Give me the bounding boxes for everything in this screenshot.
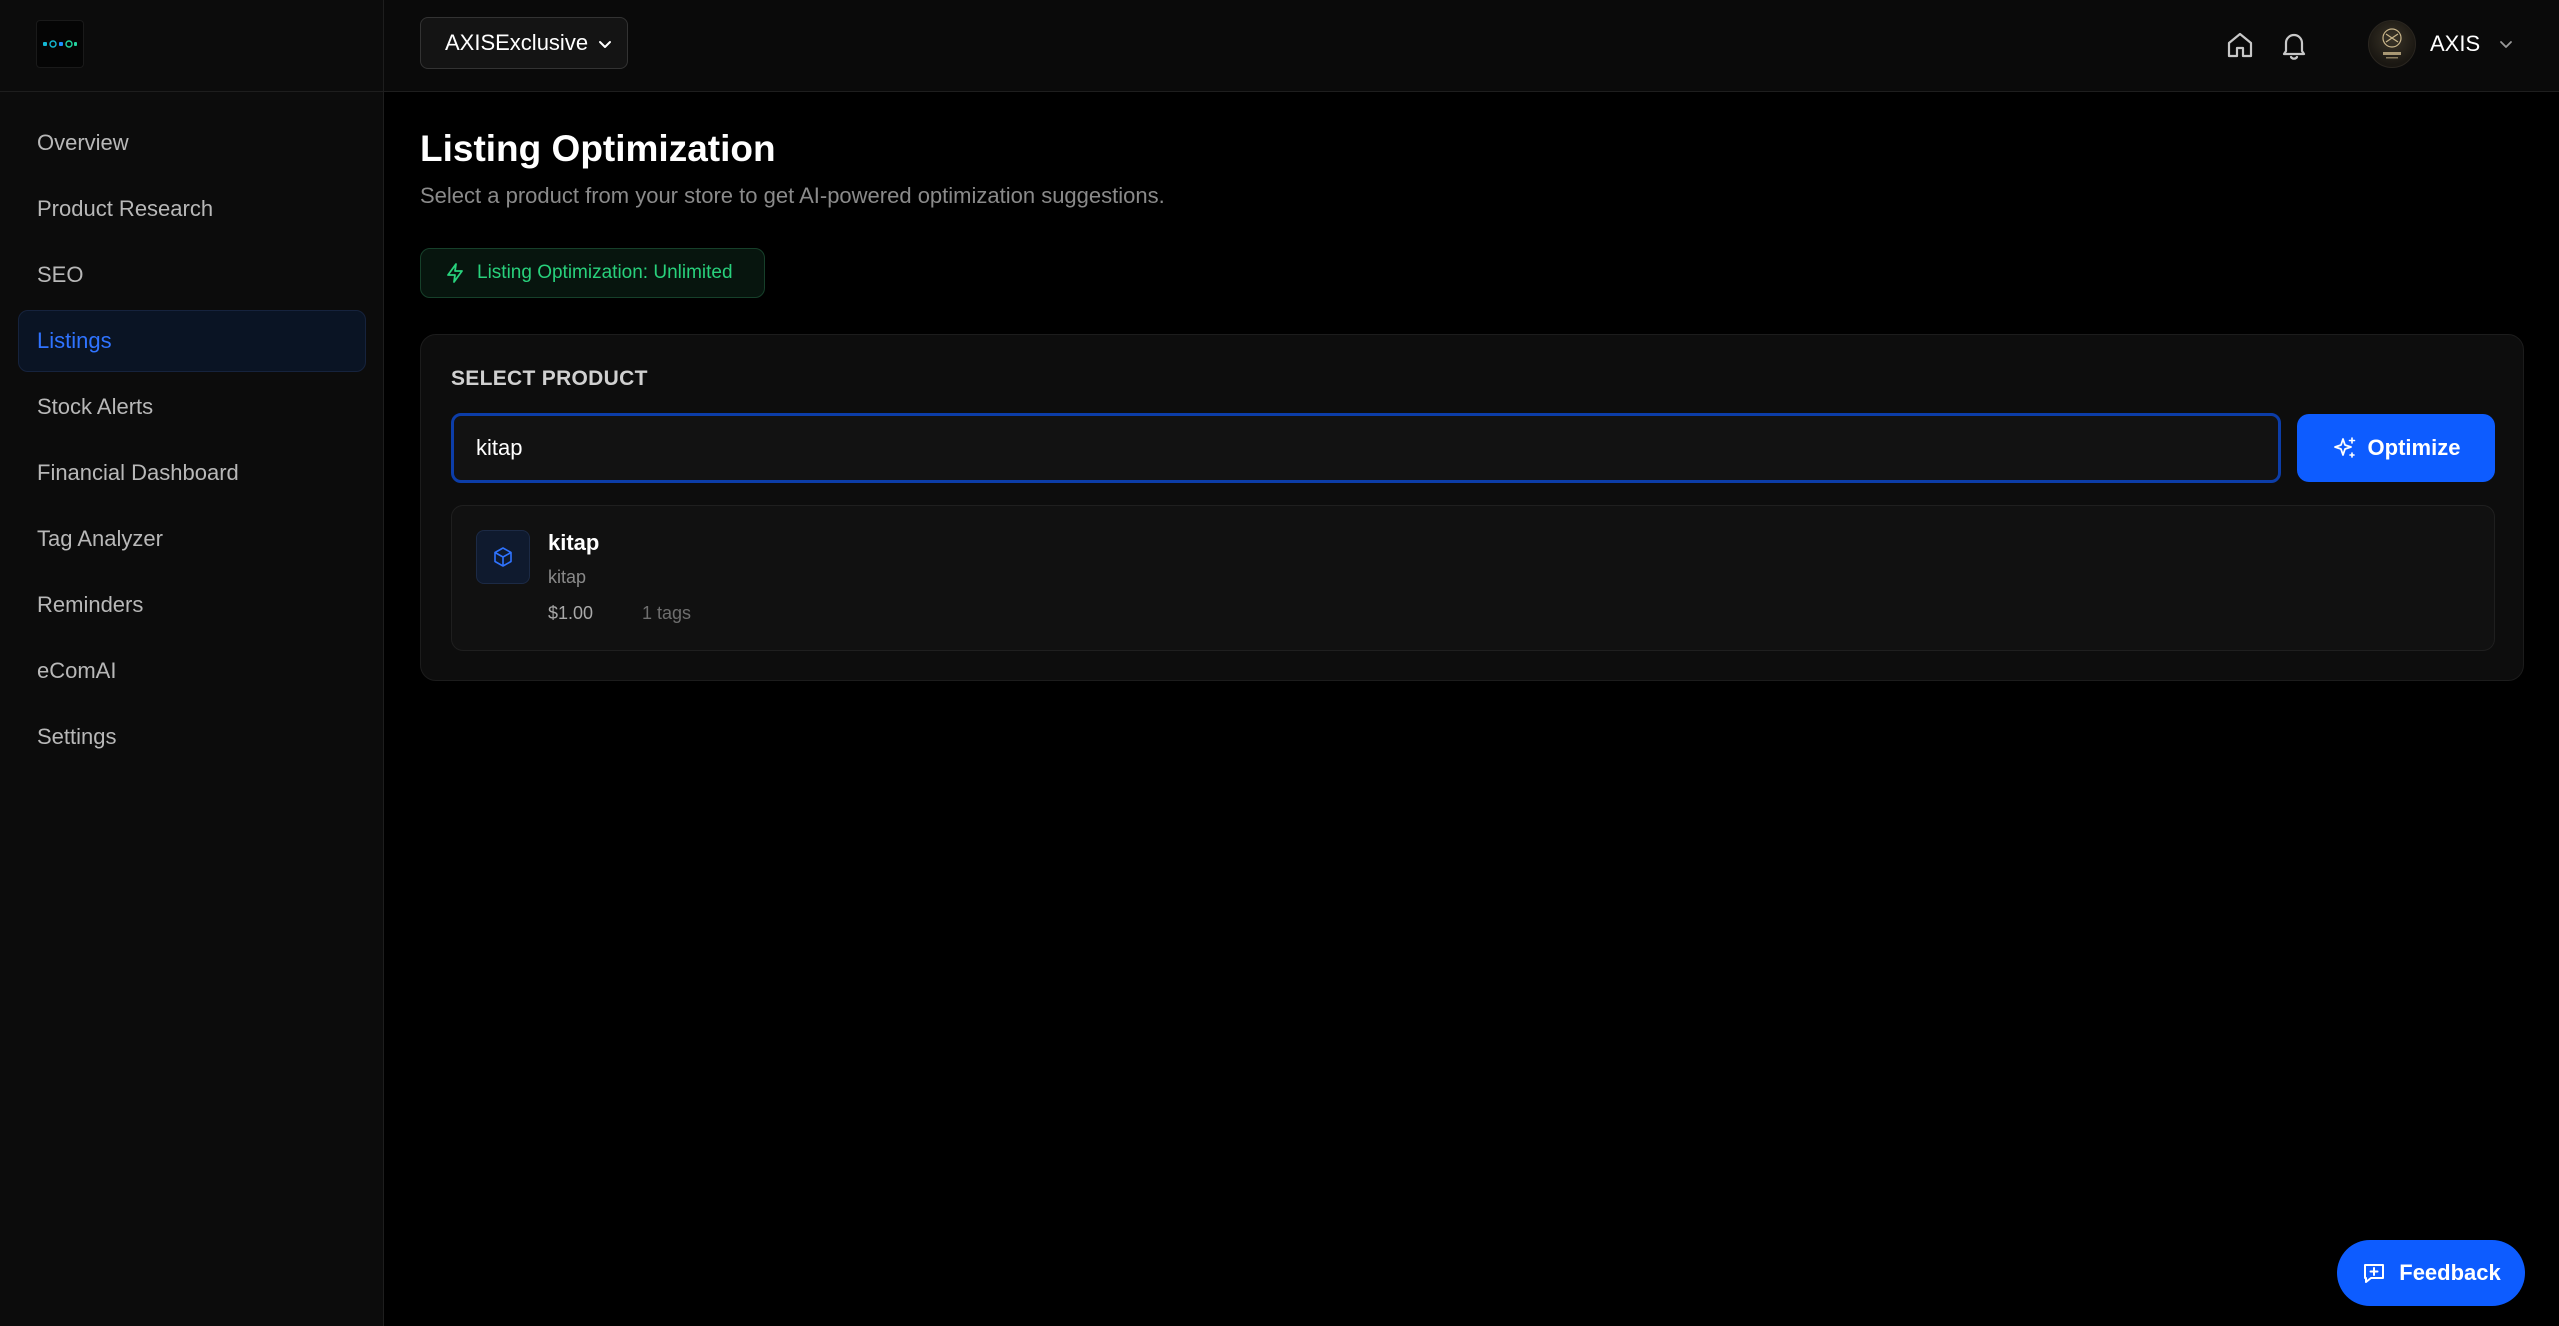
feedback-button-label: Feedback	[2399, 1260, 2501, 1285]
top-header: AXISExclusive AXIS	[384, 0, 2559, 92]
page-subtitle: Select a product from your store to get …	[420, 183, 1165, 208]
store-select[interactable]: AXISExclusive	[420, 17, 628, 69]
sidebar-item-overview[interactable]: Overview	[18, 112, 366, 174]
sidebar-item-ecomai[interactable]: eComAI	[18, 640, 366, 702]
box-icon	[494, 547, 512, 567]
store-select-value: AXISExclusive	[445, 30, 589, 55]
home-icon[interactable]	[2222, 27, 2258, 63]
select-product-card: SELECT PRODUCT Optimize kitap kitap $1.0…	[420, 334, 2524, 681]
product-result-price: $1.00	[548, 603, 594, 623]
sidebar-item-product-research[interactable]: Product Research	[18, 178, 366, 240]
sidebar-nav: Overview Product Research SEO Listings S…	[18, 112, 366, 772]
bell-icon[interactable]	[2276, 27, 2312, 63]
optimize-button-label: Optimize	[2367, 435, 2461, 460]
sidebar-item-settings[interactable]: Settings	[18, 706, 366, 768]
logo[interactable]	[36, 20, 84, 68]
sidebar-item-tag-analyzer[interactable]: Tag Analyzer	[18, 508, 366, 570]
product-search-input[interactable]	[451, 413, 2281, 483]
product-result-title: kitap	[548, 530, 600, 555]
feedback-button[interactable]: Feedback	[2337, 1240, 2525, 1306]
avatar	[2368, 20, 2416, 68]
product-result-subtitle: kitap	[548, 567, 587, 587]
usage-badge: Listing Optimization: Unlimited	[420, 248, 765, 298]
product-thumbnail	[476, 530, 530, 584]
sparkles-icon	[2333, 437, 2355, 458]
user-menu[interactable]: AXIS	[2368, 19, 2516, 69]
zap-icon	[447, 263, 463, 283]
page-title: Listing Optimization	[420, 128, 776, 169]
product-result-tags: 1 tags	[642, 603, 692, 623]
sidebar-item-reminders[interactable]: Reminders	[18, 574, 366, 636]
optimize-button[interactable]: Optimize	[2297, 414, 2495, 482]
logo-icon	[43, 40, 77, 48]
sidebar-item-stock-alerts[interactable]: Stock Alerts	[18, 376, 366, 438]
message-plus-icon	[2364, 1264, 2385, 1283]
select-product-label: SELECT PRODUCT	[451, 367, 648, 390]
sidebar-header	[0, 0, 383, 92]
sidebar: Overview Product Research SEO Listings S…	[0, 0, 384, 1326]
sidebar-item-listings[interactable]: Listings	[18, 310, 366, 372]
app-root: Overview Product Research SEO Listings S…	[0, 0, 2559, 1326]
user-name: AXIS	[2430, 31, 2481, 56]
usage-badge-text: Listing Optimization: Unlimited	[477, 262, 733, 283]
avatar-emblem-icon	[2382, 28, 2402, 59]
chevron-down-icon	[599, 41, 611, 48]
chevron-down-icon	[2500, 41, 2513, 48]
sidebar-item-financial-dashboard[interactable]: Financial Dashboard	[18, 442, 366, 504]
product-result-item[interactable]: kitap kitap $1.00 1 tags	[451, 505, 2495, 651]
sidebar-item-seo[interactable]: SEO	[18, 244, 366, 306]
